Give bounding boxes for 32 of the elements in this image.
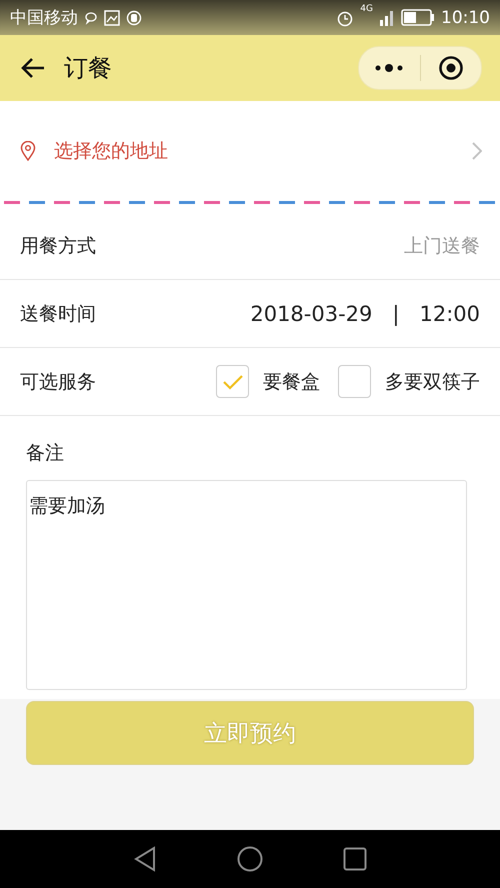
location-pin-icon	[20, 141, 36, 161]
back-nav-icon[interactable]	[133, 846, 157, 872]
option-label: 多要双筷子	[385, 370, 480, 394]
back-arrow-icon[interactable]	[20, 57, 46, 79]
chevron-right-icon	[472, 142, 482, 160]
row-label: 可选服务	[20, 370, 97, 394]
image-icon	[104, 10, 120, 26]
checkbox[interactable]	[338, 365, 371, 398]
checkbox[interactable]	[216, 365, 249, 398]
home-nav-icon[interactable]	[237, 846, 263, 872]
separator-text: |	[392, 302, 400, 326]
signal-icon	[379, 10, 395, 26]
more-icon[interactable]	[374, 63, 404, 73]
page-title: 订餐	[64, 53, 113, 84]
address-row[interactable]: 选择您的地址	[0, 101, 500, 201]
carrier-text: 中国移动	[10, 7, 78, 29]
close-target-icon[interactable]	[438, 55, 464, 81]
note-input-field[interactable]: 需要加汤	[26, 480, 467, 690]
row-label: 送餐时间	[20, 302, 97, 326]
row-label: 用餐方式	[20, 234, 97, 258]
check-icon	[222, 374, 244, 390]
shield-icon	[126, 10, 142, 26]
date-value[interactable]: 2018-03-29	[250, 302, 372, 326]
option-label: 要餐盒	[263, 370, 320, 394]
recent-apps-icon[interactable]	[343, 847, 367, 871]
clock-text: 10:10	[441, 8, 490, 28]
battery-icon	[401, 9, 435, 26]
network-text: 4G	[360, 4, 373, 14]
message-icon	[84, 10, 98, 24]
address-label: 选择您的地址	[54, 139, 169, 164]
time-value[interactable]: 12:00	[419, 302, 480, 326]
note-label: 备注	[26, 441, 64, 466]
